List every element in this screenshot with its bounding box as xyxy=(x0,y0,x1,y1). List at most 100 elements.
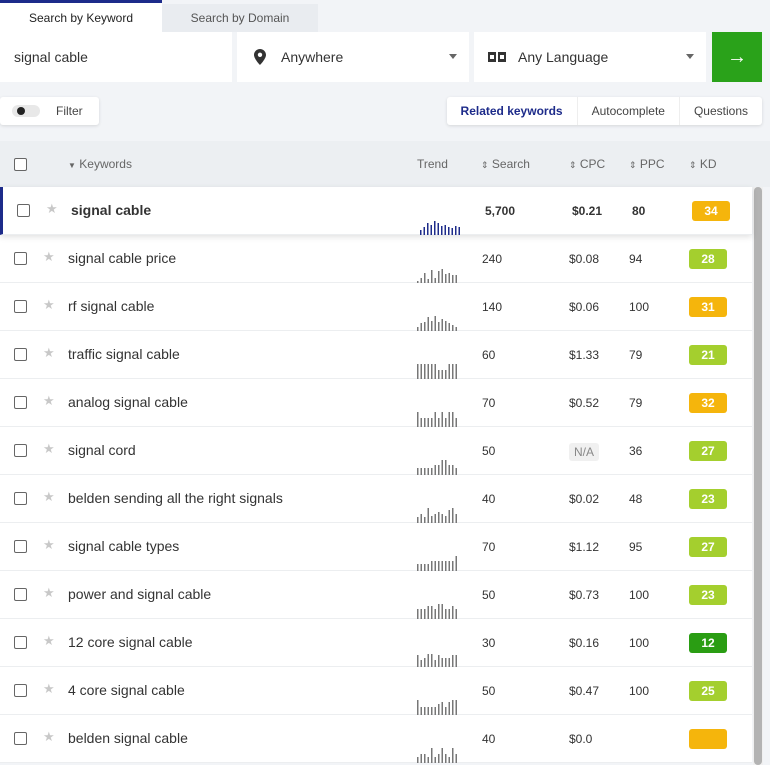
trend-bar xyxy=(417,655,419,667)
trend-bar xyxy=(452,364,454,379)
keyword-table: ★ signal cable 5,700 $0.21 80 34 ★ signa… xyxy=(0,187,752,763)
toggle-switch[interactable] xyxy=(12,105,40,117)
keyword-text[interactable]: 12 core signal cable xyxy=(68,634,193,650)
row-checkbox[interactable] xyxy=(14,492,27,505)
keyword-text[interactable]: signal cord xyxy=(68,442,136,458)
keyword-text[interactable]: belden signal cable xyxy=(68,730,188,746)
row-checkbox[interactable] xyxy=(14,588,27,601)
trend-bar xyxy=(445,609,447,619)
row-checkbox[interactable] xyxy=(14,348,27,361)
tab-related-keywords[interactable]: Related keywords xyxy=(447,97,577,125)
row-checkbox[interactable] xyxy=(14,444,27,457)
search-volume: 50 xyxy=(482,684,496,698)
keyword-input[interactable]: signal cable xyxy=(0,32,232,82)
keyword-text[interactable]: belden sending all the right signals xyxy=(68,490,283,506)
column-cpc[interactable]: ⇕ CPC xyxy=(569,157,605,171)
table-row[interactable]: ★ signal cable price 240 $0.08 94 28 xyxy=(0,235,752,283)
star-icon[interactable]: ★ xyxy=(43,297,55,313)
table-row[interactable]: ★ signal cable types 70 $1.12 95 27 xyxy=(0,523,752,571)
table-row[interactable]: ★ signal cord 50 N/A 36 27 xyxy=(0,427,752,475)
trend-sparkline xyxy=(417,412,457,427)
trend-bar xyxy=(427,654,429,667)
star-icon[interactable]: ★ xyxy=(43,681,55,697)
trend-bar xyxy=(427,606,429,619)
select-all-checkbox[interactable] xyxy=(14,158,27,171)
table-row[interactable]: ★ traffic signal cable 60 $1.33 79 21 xyxy=(0,331,752,379)
row-checkbox[interactable] xyxy=(14,636,27,649)
keyword-text[interactable]: signal cable price xyxy=(68,250,176,266)
column-ppc[interactable]: ⇕ PPC xyxy=(629,157,665,171)
star-icon[interactable]: ★ xyxy=(43,489,55,505)
kd-badge: 28 xyxy=(689,249,727,269)
star-icon[interactable]: ★ xyxy=(43,633,55,649)
trend-bar xyxy=(445,418,447,427)
location-select[interactable]: Anywhere xyxy=(237,32,469,82)
star-icon[interactable]: ★ xyxy=(43,537,55,553)
star-icon[interactable]: ★ xyxy=(46,201,58,217)
row-checkbox[interactable] xyxy=(14,300,27,313)
search-volume: 240 xyxy=(482,252,503,266)
keyword-text[interactable]: signal cable types xyxy=(68,538,179,554)
keyword-text[interactable]: power and signal cable xyxy=(68,586,211,602)
filter-toggle[interactable]: Filter xyxy=(0,97,99,125)
kd-badge: 25 xyxy=(689,681,727,701)
trend-sparkline xyxy=(420,221,460,235)
column-search[interactable]: ⇕ Search xyxy=(481,157,530,171)
table-row[interactable]: ★ belden sending all the right signals 4… xyxy=(0,475,752,523)
row-checkbox[interactable] xyxy=(14,252,27,265)
table-row[interactable]: ★ 12 core signal cable 30 $0.16 100 12 xyxy=(0,619,752,667)
trend-bar xyxy=(431,364,433,379)
column-kd[interactable]: ⇕ KD xyxy=(689,157,717,171)
language-select[interactable]: Any Language xyxy=(474,32,706,82)
trend-bar xyxy=(441,604,443,619)
row-checkbox[interactable] xyxy=(14,540,27,553)
trend-bar xyxy=(438,322,440,331)
search-volume: 30 xyxy=(482,636,496,650)
table-row[interactable]: ★ signal cable 5,700 $0.21 80 34 xyxy=(0,187,752,235)
trend-bar xyxy=(427,508,429,523)
keyword-text[interactable]: signal cable xyxy=(71,202,151,218)
trend-bar xyxy=(441,412,443,427)
row-checkbox[interactable] xyxy=(17,204,30,217)
trend-bar xyxy=(427,707,429,715)
table-row[interactable]: ★ 4 core signal cable 50 $0.47 100 25 xyxy=(0,667,752,715)
table-row[interactable]: ★ rf signal cable 140 $0.06 100 31 xyxy=(0,283,752,331)
star-icon[interactable]: ★ xyxy=(43,393,55,409)
trend-bar xyxy=(424,418,426,427)
table-row[interactable]: ★ belden signal cable 40 $0.0 xyxy=(0,715,752,763)
star-icon[interactable]: ★ xyxy=(43,441,55,457)
star-icon[interactable]: ★ xyxy=(43,345,55,361)
tab-questions[interactable]: Questions xyxy=(678,97,762,125)
trend-bar xyxy=(417,757,419,763)
table-row[interactable]: ★ analog signal cable 70 $0.52 79 32 xyxy=(0,379,752,427)
trend-bar xyxy=(427,468,429,475)
keyword-text[interactable]: analog signal cable xyxy=(68,394,188,410)
cpc-value: $0.02 xyxy=(569,492,599,506)
scrollbar[interactable] xyxy=(753,187,763,765)
trend-bar xyxy=(441,658,443,667)
column-keywords[interactable]: ▼ Keywords xyxy=(68,157,132,171)
trend-sparkline xyxy=(417,748,457,763)
row-checkbox[interactable] xyxy=(14,732,27,745)
row-checkbox[interactable] xyxy=(14,684,27,697)
tab-autocomplete[interactable]: Autocomplete xyxy=(576,97,679,125)
trend-sparkline xyxy=(417,508,457,523)
keyword-text[interactable]: 4 core signal cable xyxy=(68,682,185,698)
keyword-text[interactable]: traffic signal cable xyxy=(68,346,180,362)
star-icon[interactable]: ★ xyxy=(43,585,55,601)
tab-search-by-keyword[interactable]: Search by Keyword xyxy=(0,0,162,32)
table-row[interactable]: ★ power and signal cable 50 $0.73 100 23 xyxy=(0,571,752,619)
star-icon[interactable]: ★ xyxy=(43,729,55,745)
ppc-value: 79 xyxy=(629,396,643,410)
map-pin-icon xyxy=(251,49,269,65)
search-go-button[interactable]: → xyxy=(712,32,762,82)
sort-icon: ⇕ xyxy=(629,160,637,170)
tab-search-by-domain[interactable]: Search by Domain xyxy=(162,4,318,32)
row-checkbox[interactable] xyxy=(14,396,27,409)
scrollbar-thumb[interactable] xyxy=(754,187,762,765)
trend-bar xyxy=(434,757,436,763)
keyword-text[interactable]: rf signal cable xyxy=(68,298,154,314)
chevron-down-icon xyxy=(686,54,694,59)
star-icon[interactable]: ★ xyxy=(43,249,55,265)
trend-bar xyxy=(455,655,457,667)
